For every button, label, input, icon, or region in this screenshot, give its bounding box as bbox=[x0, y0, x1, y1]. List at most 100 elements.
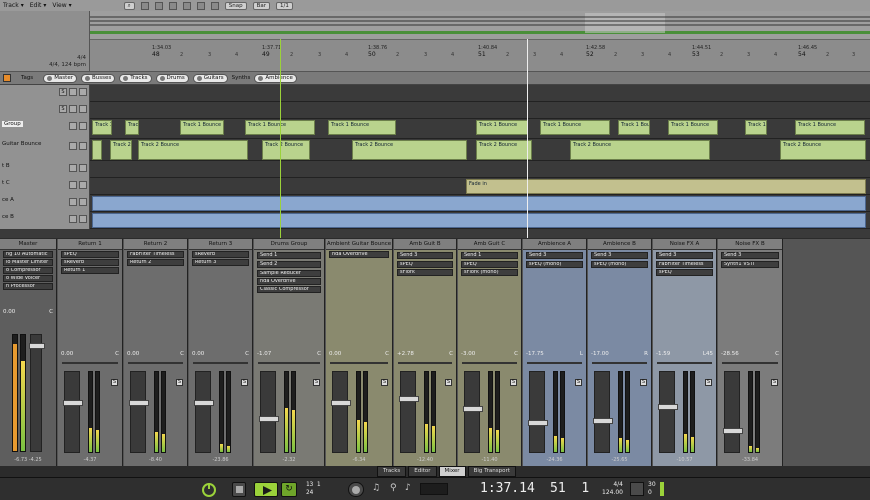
pan-slider[interactable] bbox=[62, 362, 118, 364]
strip-name[interactable]: Amb Guit B bbox=[394, 239, 456, 250]
solo-button[interactable]: S bbox=[59, 88, 67, 96]
track-header[interactable]: t B bbox=[0, 161, 90, 178]
fader-cap[interactable] bbox=[723, 428, 743, 434]
fx-slot[interactable]: Return 1 bbox=[61, 267, 119, 274]
meter-tempo[interactable]: 4/4 124.00 bbox=[602, 481, 623, 497]
track-row-ambience-b[interactable]: ce B bbox=[0, 212, 870, 229]
track-row-amb-guit-b[interactable]: t B bbox=[0, 161, 870, 178]
zoom-tool-icon[interactable] bbox=[210, 1, 219, 10]
audio-clip[interactable]: Track 1 Bounce bbox=[476, 120, 528, 135]
input-icon[interactable]: ♪ bbox=[405, 483, 411, 493]
pan-readout[interactable]: C bbox=[385, 351, 389, 359]
tag-master[interactable]: Master bbox=[43, 73, 77, 83]
send-slot[interactable]: Send 3 bbox=[591, 252, 648, 259]
solo-button[interactable] bbox=[69, 198, 77, 206]
pan-slider[interactable] bbox=[722, 362, 778, 364]
fx-slot[interactable]: sPEQ (mono) bbox=[526, 261, 583, 268]
audio-clip[interactable]: Track 2 Bounce bbox=[110, 140, 132, 160]
volume-fader[interactable] bbox=[259, 371, 279, 453]
audio-clip[interactable]: Track 2 Bounce bbox=[138, 140, 248, 160]
volume-readout[interactable]: -17.75 bbox=[526, 351, 544, 359]
volume-fader[interactable] bbox=[593, 371, 613, 453]
volume-fader[interactable] bbox=[29, 334, 45, 452]
pan-slider[interactable] bbox=[193, 362, 248, 364]
record-button[interactable] bbox=[348, 482, 364, 497]
fx-slot[interactable]: Sample Reducer bbox=[257, 270, 321, 277]
loop-marker[interactable] bbox=[527, 39, 528, 238]
solo-button[interactable]: S bbox=[640, 379, 647, 386]
volume-readout[interactable]: -1.59 bbox=[656, 351, 670, 359]
timeline-ruler[interactable]: 1:34.03 1:37.71 1:38.76 1:40.84 1:42.58 … bbox=[90, 39, 870, 71]
pan-slider[interactable] bbox=[527, 362, 582, 364]
track-area[interactable]: S S Group Track 1 Bounce Track 1 Bounce … bbox=[0, 85, 870, 238]
tab-big-transport[interactable]: Big Transport bbox=[467, 466, 516, 477]
record-button[interactable] bbox=[79, 105, 87, 113]
send-slot[interactable]: Send 1 bbox=[257, 252, 321, 259]
fader-cap[interactable] bbox=[259, 416, 279, 422]
audio-clip[interactable]: Track 1 Bounce bbox=[540, 120, 610, 135]
arrangement-overview[interactable] bbox=[90, 11, 870, 39]
send-slot[interactable]: Send 3 bbox=[397, 252, 453, 259]
volume-readout[interactable]: 0.00 bbox=[61, 351, 73, 359]
fx-slot[interactable]: nda Overdrive bbox=[257, 278, 321, 285]
strip-name[interactable]: Amb Guit C bbox=[458, 239, 521, 250]
pan-slider[interactable] bbox=[128, 362, 183, 364]
track-header[interactable]: Guitar Bounce bbox=[0, 139, 90, 161]
pan-readout[interactable]: C bbox=[180, 351, 184, 359]
fx-slot[interactable]: sFlork (mono) bbox=[461, 269, 518, 276]
pan-slider[interactable] bbox=[592, 362, 647, 364]
fx-slot[interactable]: Synth1 VSTi bbox=[721, 261, 779, 268]
send-slot[interactable]: Send 3 bbox=[526, 252, 583, 259]
audio-clip[interactable] bbox=[92, 196, 866, 211]
fx-slot[interactable]: sPEQ bbox=[397, 261, 453, 268]
volume-readout[interactable]: -3.00 bbox=[461, 351, 475, 359]
audio-clip[interactable] bbox=[92, 140, 102, 160]
pan-slider[interactable] bbox=[330, 362, 388, 364]
fx-slot[interactable]: sPEQ bbox=[61, 251, 119, 258]
playhead[interactable] bbox=[280, 39, 281, 238]
tag-ambience[interactable]: Ambience bbox=[254, 73, 297, 83]
volume-readout[interactable]: +2.78 bbox=[397, 351, 414, 359]
fader-cap[interactable] bbox=[528, 420, 548, 426]
audio-clip[interactable]: Track 1 Bounce bbox=[92, 120, 112, 135]
record-button[interactable] bbox=[79, 88, 87, 96]
volume-readout[interactable]: -28.56 bbox=[721, 351, 739, 359]
audio-clip[interactable]: Track 2 Bounce bbox=[262, 140, 310, 160]
pan-readout[interactable]: C bbox=[317, 351, 321, 359]
solo-button[interactable]: S bbox=[575, 379, 582, 386]
snap-button[interactable]: Snap bbox=[224, 1, 247, 10]
fx-slot[interactable]: FabFilter Timeless bbox=[127, 251, 184, 258]
mute-button[interactable] bbox=[79, 181, 87, 189]
fx-slot[interactable]: Return 3 bbox=[192, 259, 249, 266]
solo-button[interactable]: S bbox=[59, 105, 67, 113]
time-display[interactable]: 1:37.14 bbox=[480, 481, 535, 496]
fx-slot[interactable]: sPEQ bbox=[656, 269, 713, 276]
track-row-drums-group[interactable]: Group Track 1 Bounce Track 1 Bounce Trac… bbox=[0, 119, 870, 139]
audio-clip[interactable]: Track 1 Bounce bbox=[745, 120, 767, 135]
punch-icon[interactable]: ⚲ bbox=[390, 483, 397, 493]
play-button[interactable] bbox=[254, 482, 278, 497]
mute-button[interactable] bbox=[79, 164, 87, 172]
tag-toggle-icon[interactable] bbox=[3, 74, 11, 82]
fx-slot[interactable]: n Processor bbox=[3, 283, 53, 290]
pan-readout[interactable]: C bbox=[449, 351, 453, 359]
strip-name[interactable]: Ambience B bbox=[588, 239, 651, 250]
send-slot[interactable]: Send 1 bbox=[461, 252, 518, 259]
strip-name[interactable]: Return 3 bbox=[189, 239, 252, 250]
volume-readout[interactable]: -17.00 bbox=[591, 351, 609, 359]
solo-button[interactable] bbox=[69, 122, 77, 130]
pan-readout[interactable]: R bbox=[644, 351, 648, 359]
pan-slider[interactable] bbox=[258, 362, 320, 364]
strip-name[interactable]: Return 2 bbox=[124, 239, 187, 250]
fx-slot[interactable]: sReverb bbox=[61, 259, 119, 266]
tab-tracks[interactable]: Tracks bbox=[377, 466, 407, 477]
fader-cap[interactable] bbox=[194, 400, 214, 406]
strip-name[interactable]: Ambient Guitar Bounce bbox=[326, 239, 392, 250]
mute-tool-icon[interactable] bbox=[196, 1, 205, 10]
stop-button[interactable] bbox=[232, 482, 246, 497]
tag-busses[interactable]: Busses bbox=[80, 73, 116, 83]
fx-slot[interactable]: Classic Compressor bbox=[257, 286, 321, 293]
power-icon[interactable] bbox=[200, 482, 218, 497]
track-header[interactable]: Group bbox=[0, 119, 90, 139]
fx-slot[interactable]: io Master Limiter bbox=[3, 259, 53, 266]
